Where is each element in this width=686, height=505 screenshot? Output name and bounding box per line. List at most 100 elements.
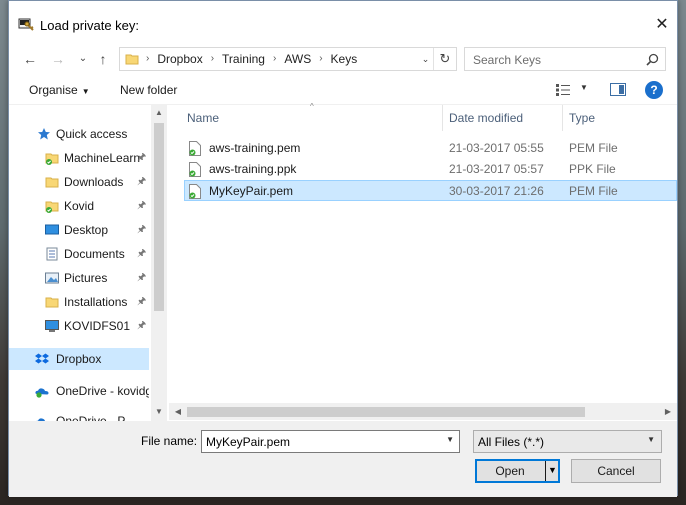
forward-button[interactable]: →: [49, 49, 67, 69]
file-type-filter-value: All Files (*.*): [478, 435, 545, 449]
file-type-filter[interactable]: All Files (*.*) ▼: [473, 430, 662, 453]
sidebar-item-dropbox[interactable]: Dropbox: [9, 348, 149, 370]
sidebar-item-pictures[interactable]: Pictures 🖈: [9, 267, 149, 289]
pin-icon: 🖈: [137, 224, 147, 235]
file-date: 21-03-2017 05:57: [449, 162, 544, 176]
scrollbar-thumb[interactable]: [154, 123, 164, 311]
sidebar-item-quick-access[interactable]: Quick access: [9, 123, 149, 145]
file-synced-icon: [189, 184, 201, 199]
file-row[interactable]: aws-training.pem 21-03-2017 05:55 PEM Fi…: [185, 138, 677, 159]
pin-icon: 🖈: [137, 176, 147, 187]
chevron-down-icon[interactable]: ▼: [446, 435, 454, 444]
scroll-up-button[interactable]: ▲: [151, 105, 167, 121]
file-name: MyKeyPair.pem: [209, 184, 294, 198]
new-folder-button[interactable]: New folder: [120, 83, 177, 97]
sidebar-item-onedrive-kovidg[interactable]: OneDrive - kovidg: [9, 380, 149, 402]
column-header-date[interactable]: Date modified: [449, 105, 523, 131]
column-header-type[interactable]: Type: [569, 105, 595, 131]
sidebar-item-desktop[interactable]: Desktop 🖈: [9, 219, 149, 241]
preview-pane-icon[interactable]: [610, 83, 626, 96]
view-options-icon[interactable]: [556, 84, 570, 96]
sidebar-item-label: MachineLearn: [64, 151, 141, 165]
onedrive-icon: [35, 388, 49, 398]
breadcrumb-separator[interactable]: ›: [271, 48, 278, 70]
search-box[interactable]: Search Keys: [464, 47, 666, 71]
file-list-horizontal-scrollbar[interactable]: ◀ ▶: [169, 403, 677, 420]
sidebar-item-label: OneDrive - P: [56, 414, 126, 421]
column-divider[interactable]: [562, 105, 563, 131]
command-bar: Organise ▼ New folder ▼ ?: [9, 77, 677, 105]
sidebar-item-label: Desktop: [64, 223, 109, 237]
sidebar-item-kovid[interactable]: Kovid 🖈: [9, 195, 149, 217]
star-icon: [38, 128, 50, 140]
breadcrumb-dropbox[interactable]: Dropbox: [151, 48, 208, 70]
file-type: PEM File: [569, 184, 618, 198]
documents-icon: [46, 247, 58, 261]
folder-synced-icon: [45, 201, 59, 213]
dropbox-icon: [35, 353, 49, 364]
file-name-value[interactable]: MyKeyPair.pem: [206, 435, 290, 449]
back-button[interactable]: ←: [21, 49, 39, 69]
window-title: Load private key:: [40, 18, 140, 33]
file-list: ^ Name Date modified Type aws-training.p…: [169, 102, 677, 421]
scrollbar-thumb[interactable]: [187, 407, 585, 417]
organise-button[interactable]: Organise ▼: [29, 83, 90, 97]
chevron-down-icon: ▼: [81, 87, 90, 96]
refresh-button[interactable]: ↻: [436, 48, 454, 70]
pin-icon: 🖈: [137, 248, 147, 259]
recent-locations-button[interactable]: ⌄: [74, 49, 92, 69]
file-type: PPK File: [569, 162, 616, 176]
sidebar-item-label: KOVIDFS01: [64, 319, 131, 333]
folder-synced-icon: [45, 153, 59, 165]
chevron-down-icon: ▼: [647, 435, 655, 444]
file-synced-icon: [189, 141, 201, 156]
scroll-right-button[interactable]: ▶: [660, 404, 676, 420]
breadcrumb-aws[interactable]: AWS: [278, 48, 317, 70]
column-header-name[interactable]: Name: [187, 105, 219, 131]
sidebar-item-onedrive-p[interactable]: OneDrive - P: [9, 410, 149, 421]
address-dropdown-button[interactable]: ⌄: [418, 48, 434, 70]
view-dropdown-button[interactable]: ▼: [580, 83, 588, 92]
file-row[interactable]: aws-training.ppk 21-03-2017 05:57 PPK Fi…: [185, 159, 677, 180]
file-name: aws-training.ppk: [209, 162, 297, 176]
breadcrumb-separator[interactable]: ›: [317, 48, 324, 70]
sidebar-item-kovidfs01[interactable]: KOVIDFS01 🖈: [9, 315, 149, 337]
file-synced-icon: [189, 162, 201, 177]
breadcrumb-separator[interactable]: ›: [209, 48, 216, 70]
sidebar-scrollbar[interactable]: ▲ ▼: [151, 105, 167, 421]
column-divider[interactable]: [442, 105, 443, 131]
sidebar-item-downloads[interactable]: Downloads 🖈: [9, 171, 149, 193]
scroll-down-button[interactable]: ▼: [151, 404, 167, 420]
file-date: 30-03-2017 21:26: [449, 184, 544, 198]
breadcrumb-separator[interactable]: ›: [144, 48, 151, 70]
sidebar-item-installations[interactable]: Installations 🖈: [9, 291, 149, 313]
open-options-button[interactable]: ▼: [548, 465, 557, 475]
navigation-bar: ← → ⌄ ↑ › Dropbox › Training › AWS › Key…: [9, 45, 677, 73]
sidebar-item-label: Documents: [64, 247, 125, 261]
file-row-selected[interactable]: MyKeyPair.pem 30-03-2017 21:26 PEM File: [184, 180, 677, 201]
help-icon[interactable]: ?: [645, 81, 663, 99]
sidebar-item-label: Installations: [64, 295, 128, 309]
address-bar[interactable]: › Dropbox › Training › AWS › Keys ⌄ ↻: [119, 47, 457, 71]
pin-icon: 🖈: [137, 320, 147, 331]
cancel-button[interactable]: Cancel: [571, 459, 661, 483]
up-button[interactable]: ↑: [94, 49, 112, 69]
breadcrumb: › Dropbox › Training › AWS › Keys: [144, 48, 363, 70]
title-bar: Load private key: ✕: [9, 1, 677, 43]
search-input[interactable]: Search Keys: [473, 53, 541, 67]
open-button[interactable]: Open ▼: [475, 459, 560, 483]
sort-ascending-icon: ^: [310, 102, 314, 111]
onedrive-icon: [36, 418, 45, 421]
folder-icon: [45, 177, 59, 188]
pin-icon: 🖈: [137, 272, 147, 283]
desktop-icon: [45, 224, 59, 235]
file-name-field[interactable]: MyKeyPair.pem ▼: [201, 430, 460, 453]
close-button[interactable]: ✕: [647, 9, 677, 41]
sidebar-item-machinelearn[interactable]: MachineLearn 🖈: [9, 147, 149, 169]
folder-icon: [125, 54, 139, 65]
sidebar-item-label: Quick access: [56, 127, 128, 141]
sidebar-item-documents[interactable]: Documents 🖈: [9, 243, 149, 265]
breadcrumb-keys[interactable]: Keys: [325, 48, 364, 70]
breadcrumb-training[interactable]: Training: [216, 48, 271, 70]
scroll-left-button[interactable]: ◀: [170, 404, 186, 420]
